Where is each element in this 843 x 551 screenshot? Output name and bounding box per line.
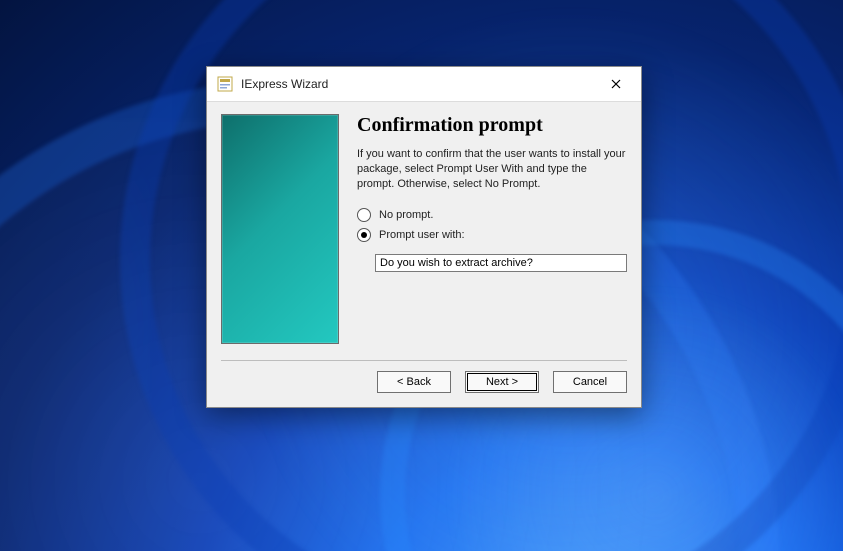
wizard-dialog: IExpress Wizard Confirmation prompt If y… (206, 66, 642, 408)
page-heading: Confirmation prompt (357, 114, 627, 137)
app-icon (217, 76, 233, 92)
next-button[interactable]: Next > (465, 371, 539, 393)
radio-icon (357, 228, 371, 242)
dialog-body: Confirmation prompt If you want to confi… (207, 102, 641, 352)
option-no-prompt[interactable]: No prompt. (357, 208, 627, 222)
back-button[interactable]: < Back (377, 371, 451, 393)
wizard-side-image (221, 114, 339, 344)
option-label: Prompt user with: (379, 229, 465, 241)
cancel-button[interactable]: Cancel (553, 371, 627, 393)
button-row: < Back Next > Cancel (207, 361, 641, 407)
titlebar[interactable]: IExpress Wizard (207, 67, 641, 102)
option-label: No prompt. (379, 209, 433, 221)
desktop-wallpaper: IExpress Wizard Confirmation prompt If y… (0, 0, 843, 551)
close-icon (611, 79, 621, 89)
close-button[interactable] (599, 72, 633, 96)
window-title: IExpress Wizard (241, 77, 599, 91)
option-prompt-user[interactable]: Prompt user with: (357, 228, 627, 242)
radio-icon (357, 208, 371, 222)
wizard-content: Confirmation prompt If you want to confi… (357, 114, 627, 344)
prompt-text-input[interactable] (375, 254, 627, 272)
page-description: If you want to confirm that the user wan… (357, 147, 627, 192)
